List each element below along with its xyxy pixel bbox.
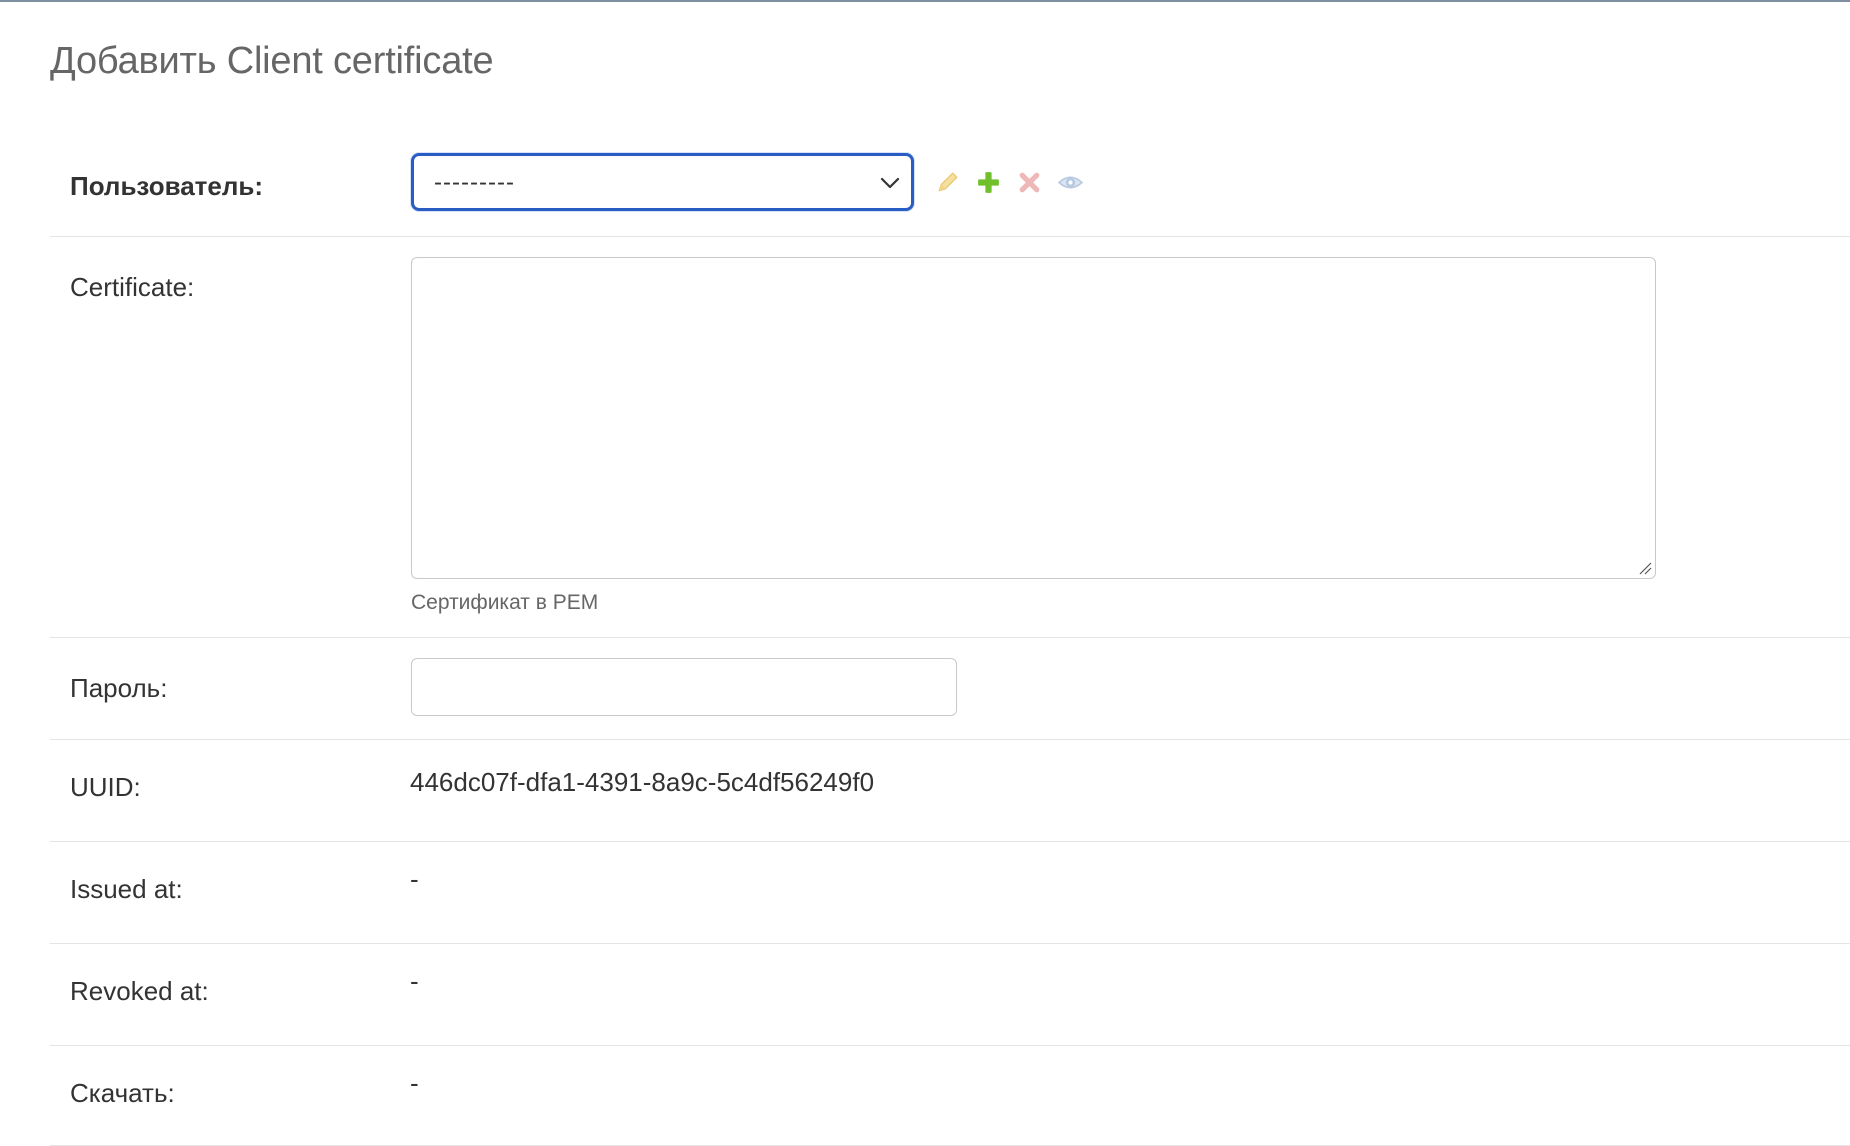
chevron-down-icon xyxy=(880,177,900,189)
top-border xyxy=(0,0,1850,2)
download-value: - xyxy=(410,1068,419,1098)
certificate-textarea[interactable] xyxy=(411,257,1656,579)
revoked-at-value: - xyxy=(410,966,419,996)
revoked-at-label: Revoked at: xyxy=(70,976,209,1006)
user-select-value: --------- xyxy=(434,169,515,196)
eye-icon[interactable] xyxy=(1057,169,1084,196)
form-row-download: Скачать: - xyxy=(50,1046,1850,1146)
download-label: Скачать: xyxy=(70,1078,175,1108)
uuid-label: UUID: xyxy=(70,772,141,802)
issued-at-value: - xyxy=(410,864,419,894)
resize-grip-icon[interactable] xyxy=(1638,561,1652,575)
issued-at-label: Issued at: xyxy=(70,874,183,904)
x-icon[interactable] xyxy=(1016,169,1043,196)
password-input[interactable] xyxy=(411,658,957,716)
user-label: Пользователь: xyxy=(70,171,264,201)
uuid-value: 446dc07f-dfa1-4391-8a9c-5c4df56249f0 xyxy=(410,767,875,797)
form-row-user: Пользователь: --------- xyxy=(50,133,1850,237)
pencil-icon[interactable] xyxy=(934,169,961,196)
page-title: Добавить Client certificate xyxy=(50,40,494,82)
related-widget-actions xyxy=(934,167,1084,197)
certificate-help-text: Сертификат в PEM xyxy=(411,591,599,614)
form-row-uuid: UUID: 446dc07f-dfa1-4391-8a9c-5c4df56249… xyxy=(50,740,1850,842)
password-label: Пароль: xyxy=(70,673,168,703)
certificate-label: Certificate: xyxy=(70,272,195,302)
user-select[interactable]: --------- xyxy=(411,153,914,211)
form-row-certificate: Certificate: Сертификат в PEM xyxy=(50,237,1850,638)
form-row-issued-at: Issued at: - xyxy=(50,842,1850,944)
form-row-password: Пароль: xyxy=(50,638,1850,740)
form-row-revoked-at: Revoked at: - xyxy=(50,944,1850,1046)
plus-icon[interactable] xyxy=(975,169,1002,196)
